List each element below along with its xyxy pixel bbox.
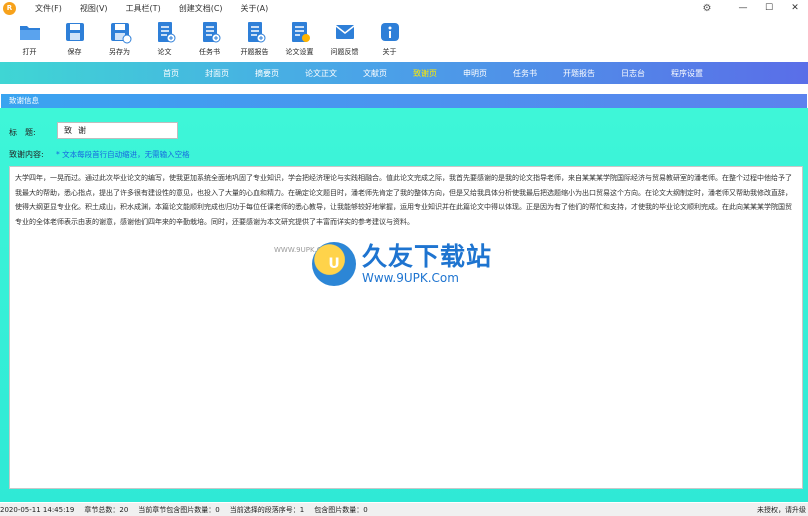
toolbar-button-label: 保存: [67, 48, 82, 56]
window-controls: ⚙ — ☐ ✕: [696, 0, 808, 16]
toolbar-button[interactable]: 论文: [145, 16, 184, 62]
nav-bar: 首页 封面页 摘要页 论文正文 文献页 致谢页 申明页 任务书 开题报告 日志台 程序设置: [0, 62, 808, 84]
nav-tab[interactable]: 论文正文: [292, 68, 350, 79]
status-paragraph-images: 包含图片数量：0: [314, 505, 368, 514]
menu-item[interactable]: 视图(V): [71, 3, 117, 14]
save-icon: [63, 20, 87, 44]
status-chapter-count: 章节总数：20: [84, 505, 129, 514]
nav-tab[interactable]: 开题报告: [550, 68, 608, 79]
menu-item[interactable]: 关于(A): [232, 3, 278, 14]
toolbar-button-label: 任务书: [199, 48, 220, 56]
toolbar: 打开 保存 另存为 论文 任务书 开题报告 论文设置 问题反馈 关于: [0, 16, 808, 62]
toolbar-button[interactable]: 保存: [55, 16, 94, 62]
close-button[interactable]: ✕: [782, 3, 808, 13]
toolbar-button-label: 关于: [382, 48, 397, 56]
watermark-small-text: WWW.9UPK.COM: [274, 246, 334, 254]
nav-tab[interactable]: 封面页: [192, 68, 242, 79]
toolbar-button-label: 打开: [22, 48, 37, 56]
info-icon: [378, 20, 402, 44]
nav-tab[interactable]: 程序设置: [658, 68, 716, 79]
minimize-button[interactable]: —: [730, 3, 756, 13]
toolbar-button[interactable]: 任务书: [190, 16, 229, 62]
nav-tab[interactable]: 任务书: [500, 68, 550, 79]
paper-icon: [153, 20, 177, 44]
content-label: 致谢内容:: [9, 150, 44, 159]
settings-doc-icon: [288, 20, 312, 44]
toolbar-button[interactable]: 打开: [10, 16, 49, 62]
nav-tab[interactable]: 日志台: [608, 68, 658, 79]
proposal-icon: [243, 20, 267, 44]
toolbar-button-label: 开题报告: [240, 48, 269, 56]
maximize-button[interactable]: ☐: [756, 3, 782, 13]
toolbar-button[interactable]: 关于: [370, 16, 409, 62]
nav-tab[interactable]: 申明页: [450, 68, 500, 79]
toolbar-button-label: 论文: [157, 48, 172, 56]
menu-item[interactable]: 创建文档(C): [170, 3, 232, 14]
feedback-mail-icon: [333, 20, 357, 44]
app-logo-icon: R: [3, 1, 16, 15]
status-selected-paragraph: 当前选择的段落序号：1: [229, 505, 305, 514]
status-image-count: 当前章节包含图片数量：0: [138, 505, 220, 514]
nav-tab[interactable]: 文献页: [350, 68, 400, 79]
toolbar-button-label: 论文设置: [285, 48, 314, 56]
menu-item[interactable]: 文件(F): [26, 3, 71, 14]
menu-item[interactable]: 工具栏(T): [117, 3, 170, 14]
toolbar-button[interactable]: 开题报告: [235, 16, 274, 62]
menu-bar: 文件(F) 视图(V) 工具栏(T) 创建文档(C) 关于(A): [26, 3, 277, 14]
title-label: 标 题:: [9, 128, 36, 137]
title-bar: R 文件(F) 视图(V) 工具栏(T) 创建文档(C) 关于(A) ⚙ — ☐ ✕: [0, 0, 808, 16]
nav-tab[interactable]: 摘要页: [242, 68, 292, 79]
content-textarea[interactable]: 大学四年，一晃而过。通过此次毕业论文的编写，使我更加系统全面地巩固了专业知识，学…: [9, 166, 803, 489]
toolbar-button[interactable]: 问题反馈: [325, 16, 364, 62]
nav-tab[interactable]: 首页: [150, 68, 192, 79]
acknowledgement-form: 标 题: 致谢 致谢内容: * 文本每段首行自动缩进，无需输入空格 大学四年，一…: [0, 108, 808, 502]
nav-tab[interactable]: 致谢页: [400, 68, 450, 79]
folder-icon: [18, 20, 42, 44]
status-datetime: 2020-05-11 14:45:19: [0, 505, 75, 514]
task-book-icon: [198, 20, 222, 44]
toolbar-button[interactable]: 论文设置: [280, 16, 319, 62]
toolbar-button[interactable]: 另存为: [100, 16, 139, 62]
status-license: 未授权，请升级: [757, 506, 806, 514]
toolbar-button-label: 问题反馈: [330, 48, 359, 56]
panel-header: 致谢信息: [1, 94, 807, 108]
gear-icon[interactable]: ⚙: [696, 3, 718, 14]
save-as-icon: [108, 20, 132, 44]
status-bar: 2020-05-11 14:45:19 章节总数：20 当前章节包含图片数量：0…: [0, 503, 808, 516]
title-input[interactable]: 致谢: [57, 122, 178, 139]
content-hint: * 文本每段首行自动缩进，无需输入空格: [56, 150, 190, 159]
toolbar-button-label: 另存为: [109, 48, 130, 56]
